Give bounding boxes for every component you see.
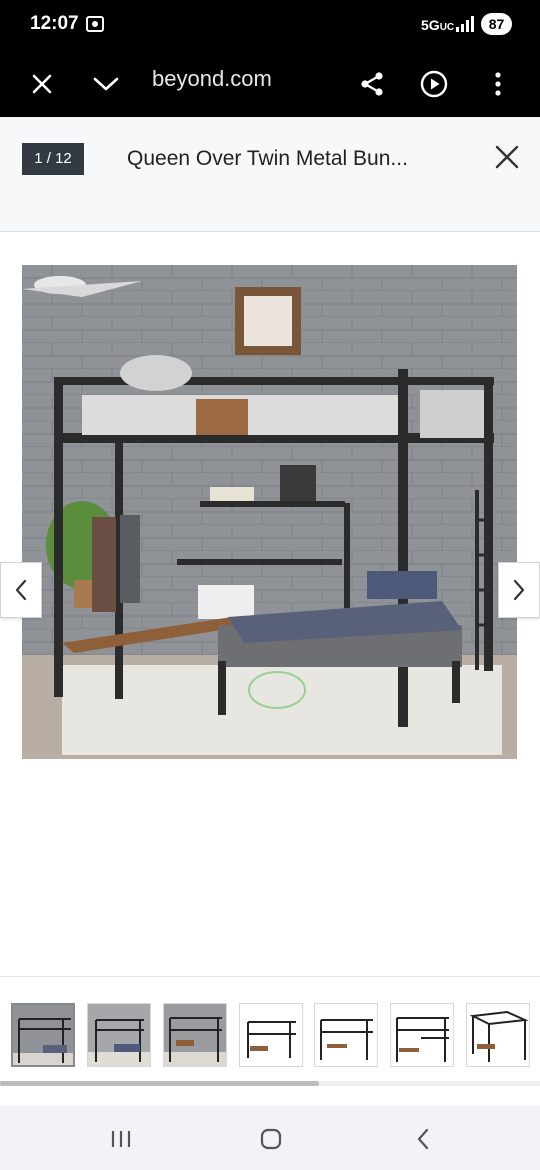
thumbnail[interactable] xyxy=(239,1003,303,1067)
more-options-button[interactable] xyxy=(478,64,518,104)
home-icon xyxy=(260,1128,282,1150)
home-button[interactable] xyxy=(256,1126,286,1152)
recent-apps-icon xyxy=(111,1131,131,1147)
chevron-left-icon xyxy=(15,579,27,601)
thumbnail-scrollbar[interactable] xyxy=(0,1081,319,1086)
thumbnail-strip xyxy=(0,976,540,1106)
chevron-right-icon xyxy=(513,579,525,601)
minimize-button[interactable] xyxy=(86,64,126,104)
browser-toolbar: beyond.com xyxy=(0,50,540,117)
battery-indicator: 87 xyxy=(481,13,512,35)
gallery-header: 1 / 12 Queen Over Twin Metal Bun... xyxy=(0,117,540,232)
system-nav-bar xyxy=(0,1106,540,1170)
thumbnail[interactable] xyxy=(390,1003,454,1067)
close-gallery-button[interactable] xyxy=(490,140,524,174)
image-counter: 1 / 12 xyxy=(22,143,84,175)
url-text[interactable]: beyond.com xyxy=(152,66,272,92)
network-indicator: 5GUC xyxy=(421,17,455,33)
signal-icon xyxy=(456,16,474,32)
close-icon xyxy=(32,74,52,94)
previous-image-button[interactable] xyxy=(0,562,42,618)
thumbnail[interactable] xyxy=(314,1003,378,1067)
thumbnail[interactable] xyxy=(163,1003,227,1067)
more-vert-icon xyxy=(495,72,501,96)
product-title: Queen Over Twin Metal Bun... xyxy=(127,147,408,170)
thumbnail[interactable] xyxy=(466,1003,530,1067)
status-time: 12:07 xyxy=(30,13,79,34)
thumbnail[interactable] xyxy=(11,1003,75,1067)
back-icon xyxy=(417,1128,429,1150)
chevron-down-icon xyxy=(93,77,119,91)
screen-record-icon xyxy=(86,16,104,32)
play-icon xyxy=(420,70,448,98)
product-main-image xyxy=(22,265,517,759)
back-button[interactable] xyxy=(408,1126,438,1152)
share-icon xyxy=(361,72,383,96)
next-image-button[interactable] xyxy=(498,562,540,618)
share-button[interactable] xyxy=(352,64,392,104)
thumbnail[interactable] xyxy=(87,1003,151,1067)
recent-apps-button[interactable] xyxy=(106,1126,136,1152)
play-button[interactable] xyxy=(414,64,454,104)
status-bar: 12:07 5GUC 87 xyxy=(0,0,540,50)
close-tab-button[interactable] xyxy=(22,64,62,104)
